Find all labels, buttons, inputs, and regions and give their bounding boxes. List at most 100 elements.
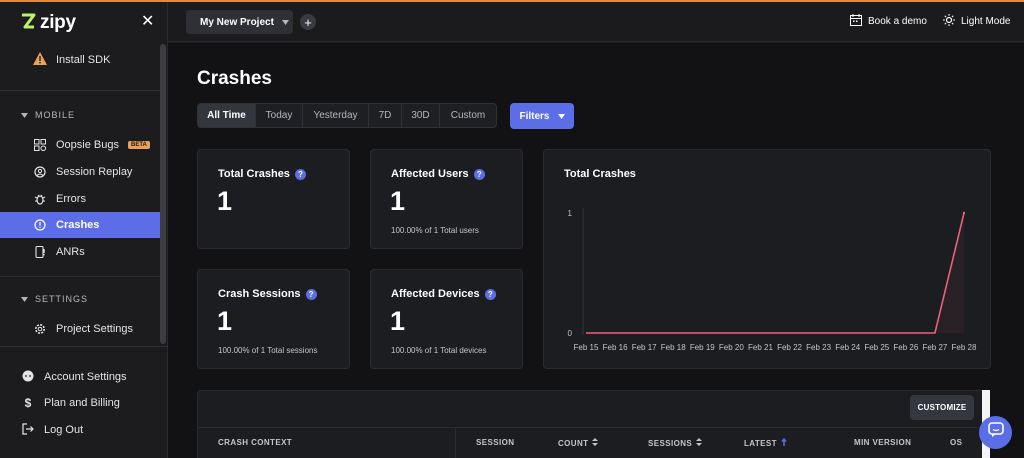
light-mode-toggle[interactable]: Light Mode [943,14,1010,29]
range-all-time[interactable]: All Time [198,104,256,127]
x-tick-label: Feb 17 [632,343,657,352]
log-out-item[interactable]: Log Out [0,417,168,443]
sidebar-item-errors[interactable]: Errors [0,186,160,212]
alert-circle-icon [33,218,47,232]
chat-icon [987,422,1004,443]
replay-icon [33,165,47,179]
help-icon[interactable]: ? [484,288,496,300]
card-title: Affected Devices? [391,288,496,300]
sidebar: zipy ✕ Install SDK MOBILE Oopsie Bugs BE… [0,2,168,458]
x-tick-label: Feb 18 [661,343,686,352]
help-icon[interactable]: ? [473,168,485,180]
install-sdk-label: Install SDK [56,54,111,66]
sidebar-item-label: ANRs [56,246,85,258]
stat-card-crash-sessions: Crash Sessions? 1 100.00% of 1 Total ses… [197,269,350,369]
card-value: 1 [390,306,406,336]
section-mobile[interactable]: MOBILE [21,110,75,120]
book-demo-button[interactable]: Book a demo [850,14,927,29]
sort-icon[interactable] [696,438,703,448]
x-tick-label: Feb 16 [603,343,628,352]
x-tick-label: Feb 15 [574,343,599,352]
beta-badge: BETA [127,141,150,149]
range-7d[interactable]: 7D [369,104,402,127]
chat-support-button[interactable] [979,416,1012,449]
range-custom[interactable]: Custom [440,104,496,127]
time-range-selector: All Time Today Yesterday 7D 30D Custom [197,103,497,128]
range-yesterday[interactable]: Yesterday [303,104,369,127]
x-tick-label: Feb 23 [806,343,831,352]
top-bar: My New Project + Book a demo Light Mode [168,2,1024,42]
main-content: Crashes All Time Today Yesterday 7D 30D … [168,43,1024,458]
th-crash-context[interactable]: CRASH CONTEXT [218,438,292,447]
add-project-button[interactable]: + [300,14,316,30]
filters-label: Filters [519,110,550,122]
column-divider [455,428,456,458]
stat-card-total-crashes: Total Crashes? 1 [197,149,350,249]
section-label: SETTINGS [35,294,89,304]
sidebar-item-project-settings[interactable]: Project Settings [0,316,160,342]
card-subtext: 100.00% of 1 Total users [391,226,479,235]
th-label: COUNT [558,438,589,448]
x-tick-label: Feb 21 [748,343,773,352]
bottom-item-label: Log Out [44,424,84,436]
sidebar-scrollbar[interactable] [160,44,166,344]
series-area [586,213,964,333]
divider [0,276,160,277]
sidebar-item-oopsie-bugs[interactable]: Oopsie Bugs BETA [0,132,160,158]
sort-up-icon[interactable] [780,438,787,448]
warning-icon [33,52,47,68]
range-today[interactable]: Today [256,104,303,127]
project-selector[interactable]: My New Project [186,10,293,34]
th-sessions[interactable]: SESSIONS [648,438,703,448]
card-title-text: Total Crashes [218,168,290,180]
sidebar-item-crashes[interactable]: Crashes [0,212,160,238]
range-30d[interactable]: 30D [402,104,440,127]
account-settings-item[interactable]: Account Settings [0,364,168,390]
install-sdk-item[interactable]: Install SDK [33,52,110,68]
phone-alert-icon [33,245,47,259]
x-tick-label: Feb 22 [777,343,802,352]
x-tick-label: Feb 19 [690,343,715,352]
bug-grid-icon [33,138,47,152]
sidebar-item-label: Errors [56,193,86,205]
caret-down-icon [281,17,289,28]
table-header-row: CRASH CONTEXT SESSION COUNT SESSIONS LAT… [198,427,989,458]
gear-icon [33,322,47,336]
logo[interactable]: zipy [20,12,76,34]
card-value: 1 [217,306,233,336]
th-count[interactable]: COUNT [558,438,599,448]
dollar-icon: $ [24,396,32,410]
y-tick-label: 0 [568,329,573,338]
sidebar-item-label: Crashes [56,219,100,231]
filters-button[interactable]: Filters [510,103,574,129]
card-subtext: 100.00% of 1 Total devices [391,346,487,355]
calendar-icon [850,14,862,29]
section-settings[interactable]: SETTINGS [21,294,88,304]
plan-billing-item[interactable]: $ Plan and Billing [0,390,168,416]
customize-button[interactable]: CUSTOMIZE [910,395,974,420]
stat-card-affected-users: Affected Users? 1 100.00% of 1 Total use… [370,149,523,249]
caret-down-icon [21,294,28,304]
help-icon[interactable]: ? [305,288,317,300]
th-label: SESSIONS [648,438,693,448]
book-demo-label: Book a demo [868,16,927,27]
card-title-text: Affected Devices [391,288,480,300]
sun-icon [943,14,955,29]
th-session[interactable]: SESSION [476,438,514,447]
total-crashes-chart-card: Total Crashes 0 1 Feb 15 Feb 16 Feb 17 Feb 18… [543,149,991,369]
project-name: My New Project [200,16,274,28]
sidebar-item-label: Oopsie Bugs [56,139,119,151]
card-subtext: 100.00% of 1 Total sessions [218,346,318,355]
sidebar-item-session-replay[interactable]: Session Replay [0,159,160,185]
x-tick-label: Feb 27 [922,343,947,352]
logout-icon [22,422,34,438]
sort-icon[interactable] [592,438,599,448]
help-icon[interactable]: ? [294,168,306,180]
th-os[interactable]: OS [950,438,962,447]
total-crashes-chart: 0 1 Feb 15 Feb 16 Feb 17 Feb 18 Feb 19 Feb 20 Fe… [568,208,977,352]
account-icon [22,370,34,385]
sidebar-item-anrs[interactable]: ANRs [0,239,160,265]
close-sidebar-icon[interactable]: ✕ [141,11,154,31]
th-min-version[interactable]: MIN VERSION [854,438,911,447]
th-latest[interactable]: LATEST [744,438,787,448]
